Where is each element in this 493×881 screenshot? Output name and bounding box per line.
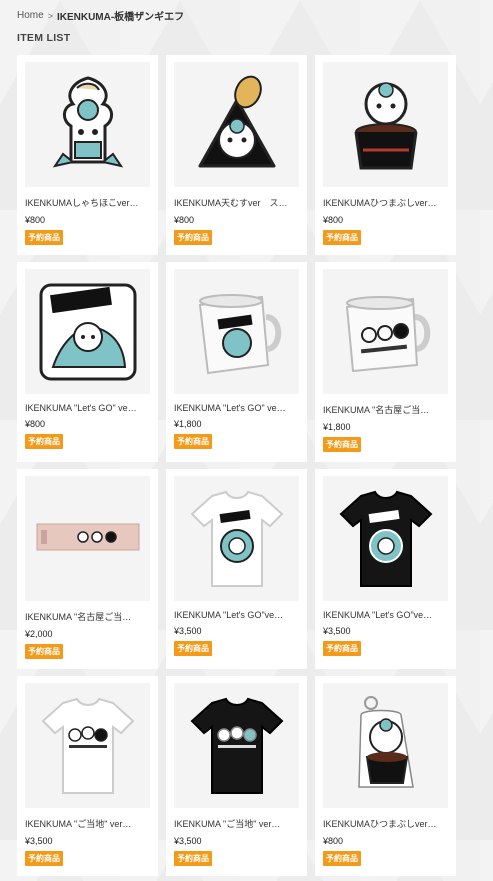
sticker-lets-go-icon (39, 283, 136, 380)
product-price: ¥3,500 (174, 626, 202, 636)
tshirt-black-lets-go-icon (339, 490, 432, 587)
product-image[interactable] (174, 476, 299, 601)
product-price: ¥800 (174, 215, 195, 225)
product-price: ¥800 (25, 419, 46, 429)
product-price: ¥1,800 (323, 422, 351, 432)
preorder-badge: 予約商品 (25, 434, 63, 449)
product-price: ¥2,000 (25, 629, 53, 639)
product-name[interactable]: IKENKUMA "Let's GO" ve… (25, 403, 150, 413)
tshirt-white-gotouchi-icon (41, 697, 134, 794)
tshirt-white-lets-go-icon (190, 490, 283, 587)
preorder-badge: 予約商品 (323, 437, 361, 452)
product-card[interactable]: IKENKUMA "Let's GO" ve… ¥800 予約商品 (17, 262, 158, 462)
product-name[interactable]: IKENKUMA天むすver ス… (174, 196, 299, 209)
product-image[interactable] (323, 683, 448, 808)
product-image[interactable] (174, 269, 299, 394)
product-price: ¥800 (323, 836, 344, 846)
tshirt-black-gotouchi-icon (190, 697, 283, 794)
product-price: ¥3,500 (174, 836, 202, 846)
mug-nagoya-icon (345, 295, 430, 372)
preorder-badge: 予約商品 (323, 851, 361, 866)
product-card[interactable]: IKENKUMAしゃちほこver… ¥800 予約商品 (17, 55, 158, 255)
preorder-badge: 予約商品 (323, 641, 361, 656)
product-name[interactable]: IKENKUMAひつまぶしver… (323, 817, 448, 830)
product-name[interactable]: IKENKUMA "ご当地" ver… (174, 817, 299, 830)
product-image[interactable] (323, 269, 448, 394)
product-image[interactable] (25, 476, 150, 601)
breadcrumb-current: IKENKUMA-板橋ザンギエフ (56, 12, 185, 23)
breadcrumb-home-link[interactable]: Home (17, 10, 44, 21)
product-card[interactable]: IKENKUMA "ご当地" ver… ¥3,500 予約商品 (17, 676, 158, 876)
sticker-tenmusu-icon (198, 75, 275, 167)
product-card[interactable]: IKENKUMA "名古屋ご当… ¥1,800 予約商品 (315, 262, 456, 462)
preorder-badge: 予約商品 (174, 641, 212, 656)
preorder-badge: 予約商品 (174, 434, 212, 449)
product-name[interactable]: IKENKUMA "名古屋ご当… (25, 610, 150, 623)
product-image[interactable] (174, 62, 299, 187)
product-name[interactable]: IKENKUMA "名古屋ご当… (323, 403, 448, 416)
product-name[interactable]: IKENKUMAしゃちほこver… (25, 196, 150, 209)
product-card[interactable]: IKENKUMAひつまぶしver… ¥800 予約商品 (315, 676, 456, 876)
preorder-badge: 予約商品 (174, 230, 212, 245)
preorder-badge: 予約商品 (25, 644, 63, 659)
product-card[interactable]: IKENKUMA "Let's GO"ve… ¥3,500 予約商品 (166, 469, 307, 669)
mug-lets-go-icon (198, 293, 281, 374)
breadcrumb-separator: > (47, 10, 53, 21)
product-image[interactable] (25, 269, 150, 394)
towel-nagoya-icon (36, 523, 139, 550)
product-price: ¥3,500 (323, 626, 351, 636)
product-name[interactable]: IKENKUMA "ご当地" ver… (25, 817, 150, 830)
product-price: ¥800 (323, 215, 344, 225)
product-name[interactable]: IKENKUMA "Let's GO"ve… (174, 610, 299, 620)
product-name[interactable]: IKENKUMA "Let's GO" ve… (174, 403, 299, 413)
product-image[interactable] (323, 476, 448, 601)
product-card[interactable]: IKENKUMAひつまぶしver… ¥800 予約商品 (315, 55, 456, 255)
product-card[interactable]: IKENKUMA天むすver ス… ¥800 予約商品 (166, 55, 307, 255)
breadcrumb: Home > IKENKUMA-板橋ザンギエフ (17, 8, 184, 23)
product-image[interactable] (25, 683, 150, 808)
item-grid: IKENKUMAしゃちほこver… ¥800 予約商品 IKENKUMA天むすv… (17, 55, 456, 876)
product-card[interactable]: IKENKUMA "Let's GO"ve… ¥3,500 予約商品 (315, 469, 456, 669)
sticker-shachihoko-icon (52, 75, 123, 168)
product-image[interactable] (323, 62, 448, 187)
product-card[interactable]: IKENKUMA "名古屋ご当… ¥2,000 予約商品 (17, 469, 158, 669)
preorder-badge: 予約商品 (174, 851, 212, 866)
product-price: ¥800 (25, 215, 46, 225)
product-name[interactable]: IKENKUMAひつまぶしver… (323, 196, 448, 209)
product-price: ¥3,500 (25, 836, 53, 846)
product-name[interactable]: IKENKUMA "Let's GO"ve… (323, 610, 448, 620)
preorder-badge: 予約商品 (25, 851, 63, 866)
product-card[interactable]: IKENKUMA "Let's GO" ve… ¥1,800 予約商品 (166, 262, 307, 462)
product-image[interactable] (25, 62, 150, 187)
preorder-badge: 予約商品 (25, 230, 63, 245)
product-card[interactable]: IKENKUMA "ご当地" ver… ¥3,500 予約商品 (166, 676, 307, 876)
product-image[interactable] (174, 683, 299, 808)
section-title: ITEM LIST (17, 32, 71, 44)
product-price: ¥1,800 (174, 419, 202, 429)
sticker-hitsumabushi-icon (354, 81, 417, 169)
preorder-badge: 予約商品 (323, 230, 361, 245)
keychain-hitsumabushi-icon (357, 695, 414, 788)
